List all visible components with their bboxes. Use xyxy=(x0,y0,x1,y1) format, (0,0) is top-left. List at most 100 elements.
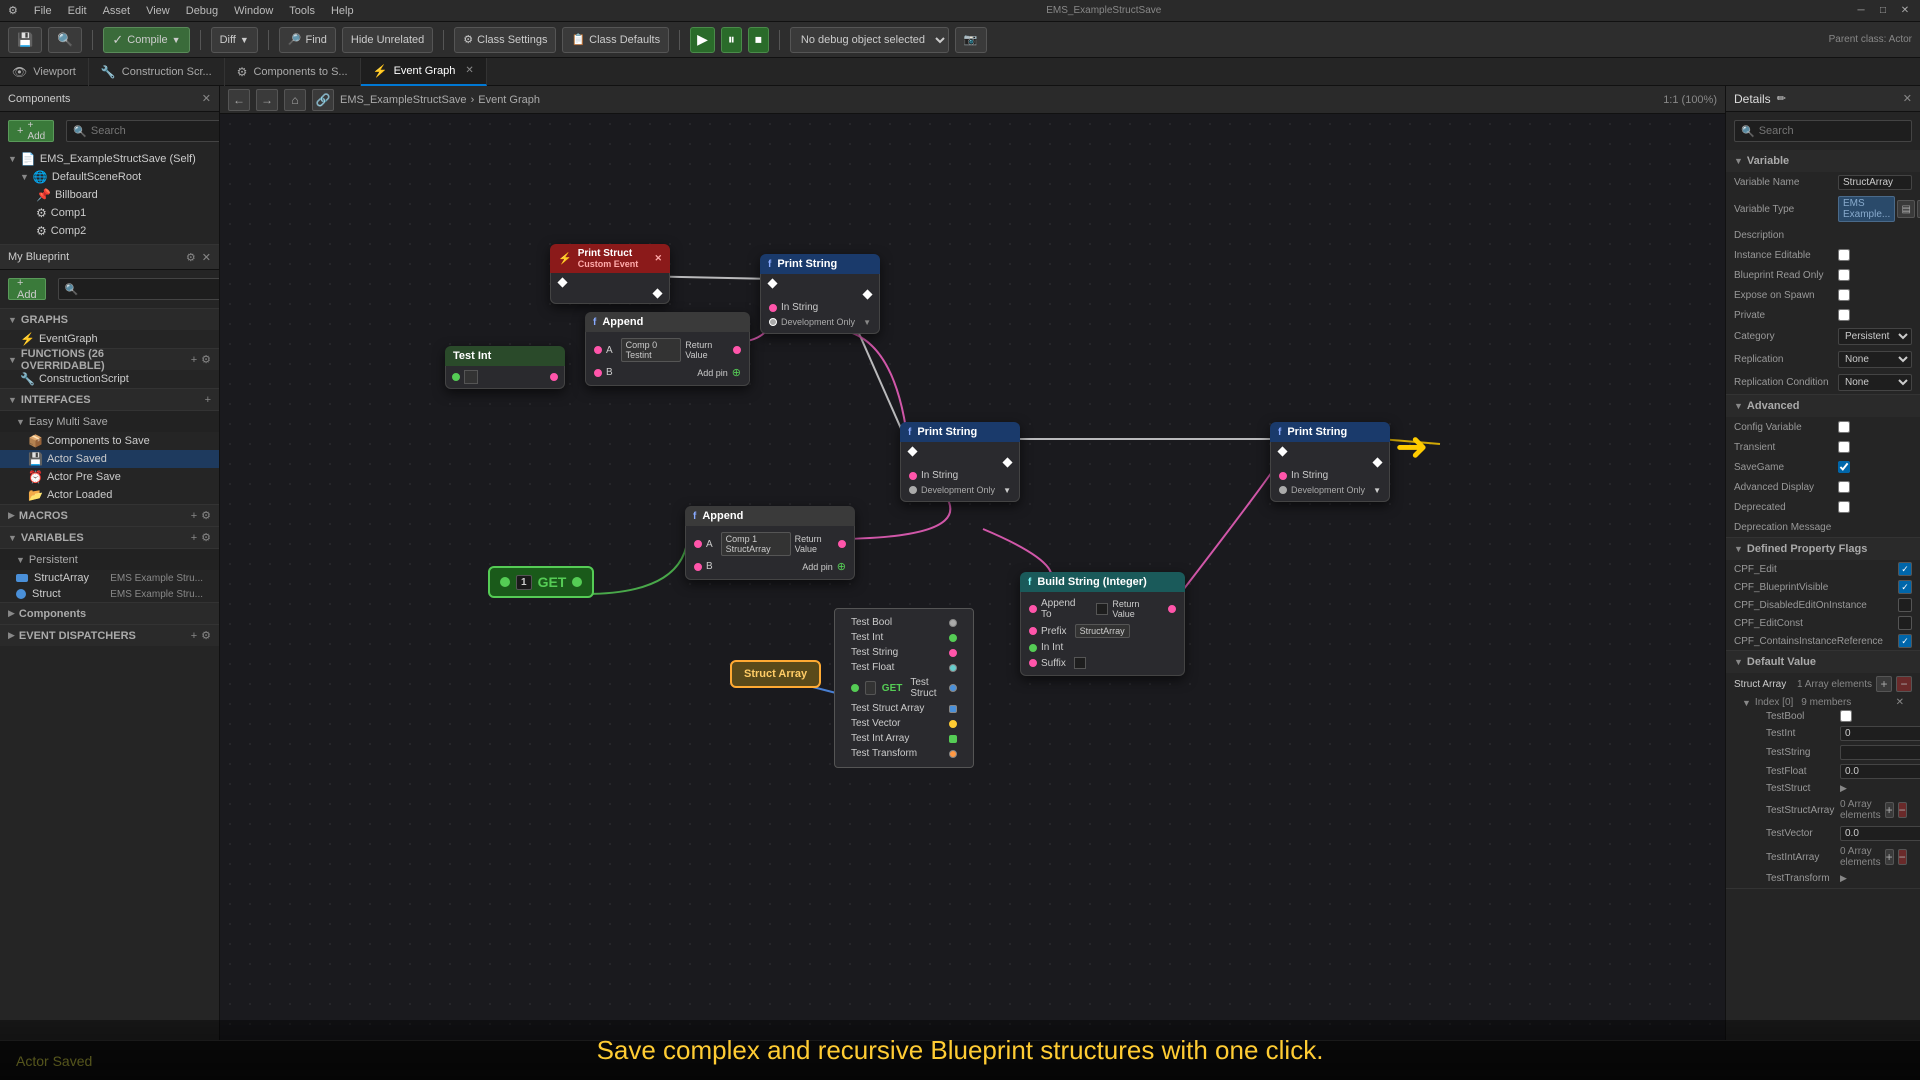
hide-unrelated-button[interactable]: Hide Unrelated xyxy=(342,27,433,53)
functions-section-header[interactable]: ▼ FUNCTIONS (26 OVERRIDABLE) + ⚙ xyxy=(0,348,219,370)
index-0-header[interactable]: ▼ Index [0] 9 members ✕ xyxy=(1742,697,1904,708)
nav-home-button[interactable]: ⌂ xyxy=(284,89,306,111)
macros-settings-icon[interactable]: ⚙ xyxy=(201,509,211,522)
index-0-remove[interactable]: ✕ xyxy=(1896,697,1904,708)
replication-condition-select[interactable]: None xyxy=(1838,374,1912,391)
save-button[interactable]: 💾 xyxy=(8,27,42,53)
actor-saved-item[interactable]: 💾 Actor Saved xyxy=(0,450,219,468)
debug-extra-button[interactable]: 📷 xyxy=(955,27,987,53)
details-search-input[interactable] xyxy=(1759,125,1905,137)
interfaces-add-icon[interactable]: + xyxy=(205,394,211,406)
breadcrumb-root[interactable]: EMS_ExampleStructSave xyxy=(340,94,467,106)
append-2-node[interactable]: f Append A Comp 1 StructArray Return Val… xyxy=(685,506,855,580)
components-close-button[interactable]: ✕ xyxy=(202,92,211,105)
breadcrumb-child[interactable]: Event Graph xyxy=(478,94,540,106)
component-search-input[interactable] xyxy=(91,125,220,137)
interfaces-section-header[interactable]: ▼ INTERFACES + xyxy=(0,388,219,410)
advanced-display-checkbox[interactable] xyxy=(1838,481,1850,493)
struct-array-add-btn[interactable]: + xyxy=(1876,676,1892,692)
variable-type-array-btn[interactable]: ▤ xyxy=(1897,200,1915,218)
my-blueprint-close-icon[interactable]: ✕ xyxy=(202,251,211,264)
class-defaults-button[interactable]: 📋 Class Defaults xyxy=(562,27,669,53)
maximize-button[interactable]: □ xyxy=(1876,4,1890,18)
graphs-section-header[interactable]: ▼ GRAPHS xyxy=(0,308,219,330)
category-select[interactable]: Persistent xyxy=(1838,328,1912,345)
actor-loaded-item[interactable]: 📂 Actor Loaded xyxy=(0,486,219,504)
ps1-dev-dropdown[interactable]: ▼ xyxy=(863,318,871,327)
struct-array-variable[interactable]: StructArray EMS Example Stru... xyxy=(0,570,219,586)
nav-forward-button[interactable]: → xyxy=(256,89,278,111)
test-int-node[interactable]: Test Int xyxy=(445,346,565,389)
private-checkbox[interactable] xyxy=(1838,309,1850,321)
print-string-3-node[interactable]: f Print String In String xyxy=(1270,422,1390,502)
tree-default-scene-root[interactable]: ▼ 🌐 DefaultSceneRoot xyxy=(0,168,219,186)
variable-name-input[interactable] xyxy=(1838,175,1912,190)
easy-multi-save-header[interactable]: ▼ Easy Multi Save xyxy=(0,410,219,432)
menu-help[interactable]: Help xyxy=(331,5,354,17)
cpf-edit-const-checkbox[interactable] xyxy=(1898,616,1912,630)
testintarray-add-btn[interactable]: + xyxy=(1885,849,1894,865)
default-value-header[interactable]: ▼ Default Value xyxy=(1726,651,1920,673)
class-settings-button[interactable]: ⚙ Class Settings xyxy=(454,27,556,53)
cpf-blueprint-visible-checkbox[interactable] xyxy=(1898,580,1912,594)
ed-settings-icon[interactable]: ⚙ xyxy=(201,629,211,642)
teststructarray-remove-btn[interactable]: − xyxy=(1898,802,1907,818)
play-button[interactable]: ▶ xyxy=(690,27,715,53)
blueprint-search-box[interactable]: 🔍 xyxy=(58,278,220,300)
tree-billboard[interactable]: 📌 Billboard xyxy=(0,186,219,204)
ps2-dropdown[interactable]: ▼ xyxy=(1003,486,1011,495)
testint-sub-input[interactable] xyxy=(1840,726,1920,741)
testvector-x-input[interactable] xyxy=(1840,826,1920,841)
event-graph-item[interactable]: ⚡ EventGraph xyxy=(0,330,219,348)
tree-root[interactable]: ▼ 📄 EMS_ExampleStructSave (Self) xyxy=(0,150,219,168)
config-variable-checkbox[interactable] xyxy=(1838,421,1850,433)
diff-button[interactable]: Diff ▼ xyxy=(211,27,258,53)
functions-add-icon[interactable]: + xyxy=(191,354,197,366)
menu-edit[interactable]: Edit xyxy=(68,5,87,17)
persistent-var-header[interactable]: ▼ Persistent xyxy=(0,548,219,570)
teststructarray-add-btn[interactable]: + xyxy=(1885,802,1894,818)
struct-array-remove-btn[interactable]: − xyxy=(1896,676,1912,692)
macros-add-icon[interactable]: + xyxy=(191,510,197,522)
teststring-sub-input[interactable] xyxy=(1840,745,1920,760)
replication-select[interactable]: None xyxy=(1838,351,1912,368)
tree-comp1[interactable]: ⚙ Comp1 xyxy=(0,204,219,222)
ps3-dropdown[interactable]: ▼ xyxy=(1373,486,1381,495)
variable-section-header[interactable]: ▼ Variable xyxy=(1726,150,1920,172)
instance-editable-checkbox[interactable] xyxy=(1838,249,1850,261)
variables-settings-icon[interactable]: ⚙ xyxy=(201,531,211,544)
minimize-button[interactable]: ─ xyxy=(1854,4,1868,18)
blueprint-search-input[interactable] xyxy=(82,283,220,295)
tab-construction-script[interactable]: 🔧 Construction Scr... xyxy=(89,58,225,86)
functions-settings-icon[interactable]: ⚙ xyxy=(201,353,211,366)
variables-add-icon[interactable]: + xyxy=(191,532,197,544)
build-string-node[interactable]: f Build String (Integer) Append To Retur… xyxy=(1020,572,1185,676)
teststruct-expand[interactable]: ▶ xyxy=(1840,783,1847,794)
compile-button[interactable]: ✓ Compile ▼ xyxy=(103,27,189,53)
blueprint-read-only-checkbox[interactable] xyxy=(1838,269,1850,281)
browse-button[interactable]: 🔍 xyxy=(48,27,82,53)
property-flags-header[interactable]: ▼ Defined Property Flags xyxy=(1726,538,1920,560)
nav-back-button[interactable]: ← xyxy=(228,89,250,111)
tab-close-icon[interactable]: ✕ xyxy=(465,65,473,76)
macros-section-header[interactable]: ▶ MACROS + ⚙ xyxy=(0,504,219,526)
menu-window[interactable]: Window xyxy=(234,5,273,17)
print-string-2-node[interactable]: f Print String In String xyxy=(900,422,1020,502)
blueprint-canvas[interactable]: ⚡ Print Struct Custom Event ✕ xyxy=(220,114,1725,1040)
cpf-contains-instance-checkbox[interactable] xyxy=(1898,634,1912,648)
details-search-box[interactable]: 🔍 xyxy=(1734,120,1912,142)
tab-components-to-s[interactable]: ⚙ Components to S... xyxy=(225,58,361,86)
append-1-node[interactable]: f Append A Comp 0 Testint Return Value B xyxy=(585,312,750,386)
components-to-save-item[interactable]: 📦 Components to Save xyxy=(0,432,219,450)
actor-pre-save-item[interactable]: ⏰ Actor Pre Save xyxy=(0,468,219,486)
testbool-sub-checkbox[interactable] xyxy=(1840,710,1852,722)
menu-debug[interactable]: Debug xyxy=(186,5,218,17)
save-game-checkbox[interactable] xyxy=(1838,461,1850,473)
menu-view[interactable]: View xyxy=(146,5,170,17)
menu-file[interactable]: File xyxy=(34,5,52,17)
components-var-header[interactable]: ▶ Components xyxy=(0,602,219,624)
tab-event-graph[interactable]: ⚡ Event Graph ✕ xyxy=(361,58,487,86)
construction-script-item[interactable]: 🔧 ConstructionScript xyxy=(0,370,219,388)
transient-checkbox[interactable] xyxy=(1838,441,1850,453)
advanced-section-header[interactable]: ▼ Advanced xyxy=(1726,395,1920,417)
